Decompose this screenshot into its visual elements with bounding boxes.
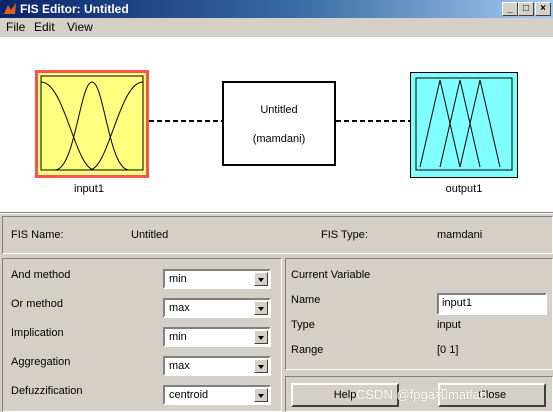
and-method-value: min	[169, 273, 187, 285]
chevron-down-icon[interactable]	[254, 301, 268, 315]
fis-type-label: FIS Type:	[321, 229, 368, 241]
system-name: Untitled	[260, 104, 298, 116]
name-label: Name	[291, 294, 321, 306]
maximize-button[interactable]: □	[518, 2, 534, 16]
menu-edit[interactable]: Edit	[34, 20, 55, 34]
minimize-button[interactable]: _	[502, 2, 518, 16]
defuzzification-label: Defuzzification	[11, 385, 83, 397]
implication-select[interactable]: min	[163, 327, 271, 347]
range-value: [0 1]	[437, 344, 459, 356]
window-title: FIS Editor: Untitled	[20, 2, 129, 16]
aggregation-select[interactable]: max	[163, 356, 271, 376]
chevron-down-icon[interactable]	[254, 359, 268, 373]
fis-type-value: mamdani	[437, 229, 483, 241]
close-window-button[interactable]: ×	[535, 2, 551, 16]
current-variable-title: Current Variable	[291, 269, 371, 281]
chevron-down-icon[interactable]	[254, 388, 268, 402]
output-variable-block[interactable]	[410, 72, 518, 178]
system-type: (mamdani)	[252, 133, 306, 145]
implication-label: Implication	[11, 327, 64, 339]
and-method-select[interactable]: min	[163, 269, 271, 289]
variable-name-input[interactable]: input1	[437, 293, 547, 315]
system-block[interactable]	[222, 81, 336, 166]
menu-view[interactable]: View	[67, 20, 93, 34]
aggregation-label: Aggregation	[11, 356, 71, 368]
type-label: Type	[291, 319, 315, 331]
type-value: input	[437, 319, 461, 331]
aggregation-value: max	[169, 360, 190, 372]
output-connector	[336, 120, 410, 122]
watermark: CSDN @fpga和matlab	[356, 387, 487, 402]
input-connector	[149, 120, 224, 122]
chevron-down-icon[interactable]	[254, 330, 268, 344]
menu-file[interactable]: File	[6, 20, 25, 34]
defuzzification-value: centroid	[169, 389, 209, 401]
matlab-icon	[4, 3, 16, 14]
or-method-label: Or method	[11, 298, 63, 310]
fis-name-value: Untitled	[131, 229, 169, 241]
or-method-value: max	[169, 302, 190, 314]
input-variable-block[interactable]	[35, 70, 149, 178]
implication-value: min	[169, 331, 187, 343]
fis-name-label: FIS Name:	[11, 229, 64, 241]
range-label: Range	[291, 344, 324, 356]
divider	[0, 212, 553, 214]
defuzzification-select[interactable]: centroid	[163, 385, 271, 405]
or-method-select[interactable]: max	[163, 298, 271, 318]
and-method-label: And method	[11, 269, 71, 281]
input-label: input1	[74, 183, 104, 195]
chevron-down-icon[interactable]	[254, 272, 268, 286]
variable-name-value: input1	[442, 297, 472, 309]
output-label: output1	[445, 183, 483, 195]
